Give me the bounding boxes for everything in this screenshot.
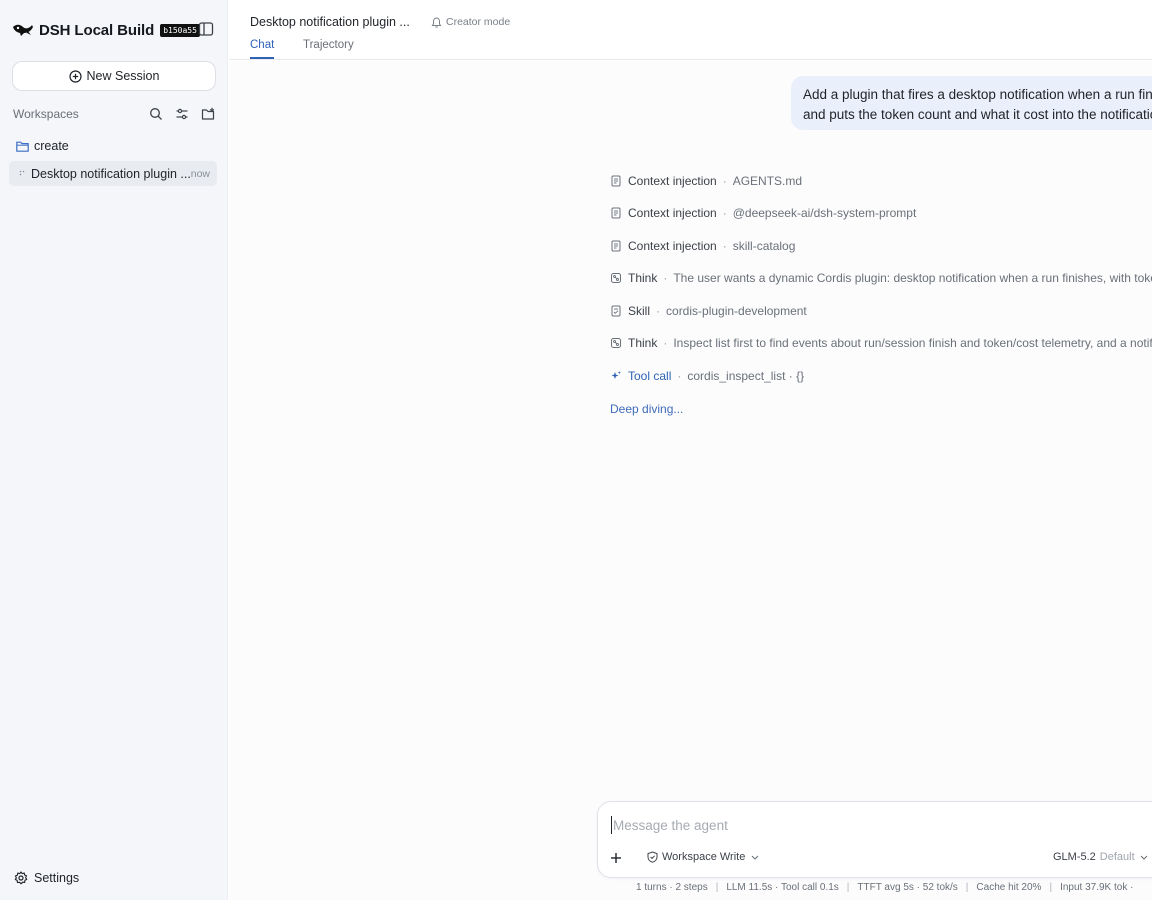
filter-sliders-icon[interactable]	[175, 107, 189, 121]
status-text: Deep diving...	[610, 402, 684, 416]
workspaces-header: Workspaces	[13, 106, 215, 122]
step-separator: ·	[722, 206, 727, 220]
stat-cache: Cache hit 20%	[976, 882, 1042, 893]
chevron-down-icon	[751, 855, 759, 860]
step-kind: Context injection	[628, 239, 717, 253]
step-separator: ·	[663, 336, 668, 350]
step-detail: @deepseek-ai/dsh-system-prompt	[732, 206, 917, 220]
document-icon	[611, 240, 621, 252]
model-select[interactable]: GLM-5.2 Default	[1053, 851, 1148, 863]
step-kind: Context injection	[628, 206, 717, 220]
shield-icon	[647, 851, 658, 863]
step-context-injection[interactable]: Context injection · skill-catalog	[610, 238, 795, 254]
document-icon	[611, 175, 621, 187]
step-detail: Inspect list first to find events about …	[673, 336, 1152, 350]
stat-input: Input 37.9K tok ·	[1060, 882, 1134, 893]
sparkle-icon	[611, 371, 621, 379]
brain-icon	[611, 273, 621, 283]
new-folder-icon[interactable]	[201, 107, 215, 121]
session-title: Desktop notification plugin ...	[31, 166, 191, 181]
session-time: now	[190, 167, 210, 180]
tab-chat[interactable]: Chat	[250, 39, 275, 59]
step-separator: ·	[656, 304, 661, 318]
permission-mode-select[interactable]: Workspace Write	[647, 851, 759, 863]
new-session-label: New Session	[86, 69, 160, 83]
plus-circle-icon	[68, 69, 82, 83]
creator-mode-icon	[431, 16, 442, 27]
skill-icon	[611, 305, 621, 317]
stats-bar: 1 turns · 2 steps | LLM 11.5s · Tool call …	[636, 882, 1133, 893]
step-detail: AGENTS.md	[732, 174, 803, 188]
step-context-injection[interactable]: Context injection · AGENTS.md	[610, 173, 802, 189]
folder-icon	[16, 141, 29, 152]
message-composer: Workspace Write GLM-5.2 Default	[597, 801, 1152, 878]
session-header: Desktop notification plugin ... Creator …	[229, 0, 1152, 60]
step-detail: skill-catalog	[732, 239, 796, 253]
brain-icon	[611, 338, 621, 348]
step-kind: Think	[628, 271, 658, 285]
step-detail: cordis_inspect_list · {}	[687, 369, 805, 383]
sidebar: DSH Local Build b150a55 New Session Work…	[0, 0, 228, 900]
stat-divider: |	[965, 882, 969, 893]
model-variant: Default	[1099, 851, 1135, 863]
step-kind: Skill	[628, 304, 651, 318]
drag-handle-icon[interactable]	[19, 170, 25, 178]
step-think[interactable]: Think · Inspect list first to find event…	[610, 335, 1152, 351]
brand: DSH Local Build b150a55	[12, 19, 200, 41]
document-icon	[611, 207, 621, 219]
stat-divider: |	[1049, 882, 1053, 893]
model-name: GLM-5.2	[1053, 851, 1096, 863]
step-tool-call[interactable]: Tool call · cordis_inspect_list · {}	[610, 368, 804, 384]
creator-mode-toggle[interactable]: Creator mode	[431, 16, 510, 28]
build-badge: b150a55	[160, 23, 200, 37]
step-context-injection[interactable]: Context injection · @deepseek-ai/dsh-sys…	[610, 205, 916, 221]
user-message-line: and puts the token count and what it cos…	[803, 106, 1152, 122]
step-think[interactable]: Think · The user wants a dynamic Cordis …	[610, 270, 1152, 286]
stat-llm: LLM 11.5s · Tool call 0.1s	[726, 882, 839, 893]
chat-area: Add a plugin that fires a desktop notifi…	[229, 61, 1152, 900]
stat-ttft: TTFT avg 5s · 52 tok/s	[857, 882, 958, 893]
step-kind: Think	[628, 336, 658, 350]
sidebar-toggle-icon[interactable]	[198, 21, 214, 37]
workspaces-label: Workspaces	[13, 107, 79, 121]
step-skill[interactable]: Skill · cordis-plugin-development	[610, 303, 807, 319]
whale-logo-icon	[13, 24, 33, 36]
settings-button[interactable]: Settings	[14, 870, 79, 886]
search-icon[interactable]	[149, 107, 163, 121]
settings-label: Settings	[34, 871, 80, 885]
user-message: Add a plugin that fires a desktop notifi…	[791, 76, 1152, 130]
session-item[interactable]: Desktop notification plugin ... now	[9, 161, 217, 186]
step-kind: Tool call	[628, 369, 672, 383]
step-separator: ·	[722, 174, 727, 188]
stat-divider: |	[846, 882, 850, 893]
permission-mode-label: Workspace Write	[662, 851, 746, 863]
message-input[interactable]	[611, 816, 1011, 834]
step-separator: ·	[722, 239, 727, 253]
creator-mode-label: Creator mode	[446, 16, 511, 28]
step-separator: ·	[663, 271, 668, 285]
step-kind: Context injection	[628, 174, 717, 188]
stat-divider: |	[715, 882, 719, 893]
chevron-down-icon	[1140, 855, 1148, 860]
folder-name: create	[34, 139, 69, 153]
user-message-line: Add a plugin that fires a desktop notifi…	[803, 87, 1152, 102]
step-separator: ·	[677, 369, 682, 383]
stat-turns: 1 turns · 2 steps	[636, 882, 708, 893]
step-detail: cordis-plugin-development	[666, 304, 807, 318]
gear-icon	[14, 871, 28, 885]
step-detail: The user wants a dynamic Cordis plugin: …	[673, 271, 1152, 285]
app-title: DSH Local Build	[39, 21, 155, 39]
tab-trajectory[interactable]: Trajectory	[303, 39, 354, 57]
new-session-button[interactable]: New Session	[12, 61, 216, 91]
session-header-title: Desktop notification plugin ...	[250, 15, 410, 29]
add-attachment-icon[interactable]	[609, 851, 623, 865]
workspace-folder-create[interactable]: create	[16, 138, 69, 154]
